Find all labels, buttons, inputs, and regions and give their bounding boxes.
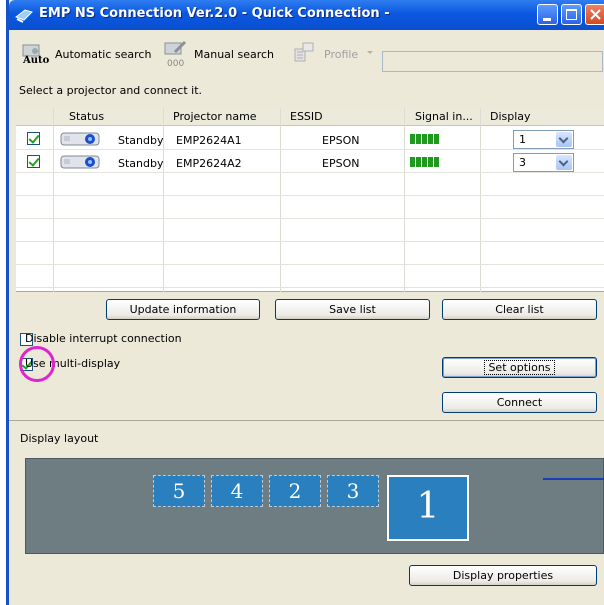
minimize-icon[interactable] bbox=[537, 4, 558, 25]
display-layout-label: Display layout bbox=[20, 432, 99, 445]
projector-name: EMP2624A1 bbox=[176, 134, 242, 147]
display-properties-button[interactable]: Display properties bbox=[409, 565, 597, 586]
display-select[interactable]: 3 bbox=[513, 153, 574, 172]
close-icon[interactable] bbox=[585, 4, 604, 25]
highlight-circle bbox=[19, 346, 55, 382]
chevron-down-icon[interactable] bbox=[367, 51, 373, 54]
manual-search-icon: 000 bbox=[163, 38, 189, 71]
signal-strength-icon bbox=[410, 157, 439, 167]
window-title: EMP NS Connection Ver.2.0 - Quick Connec… bbox=[39, 6, 390, 21]
dropdown-arrow-icon[interactable] bbox=[556, 132, 572, 147]
profile-select[interactable] bbox=[382, 51, 603, 72]
clear-list-button[interactable]: Clear list bbox=[442, 299, 597, 320]
display-slot[interactable]: 2 bbox=[269, 475, 321, 507]
table-header: Status Projector name ESSID Signal in...… bbox=[16, 108, 604, 126]
display-select[interactable]: 1 bbox=[513, 130, 574, 149]
projector-table: Status Projector name ESSID Signal in...… bbox=[16, 108, 604, 292]
column-header-display[interactable]: Display bbox=[490, 110, 531, 123]
column-header-signal[interactable]: Signal in... bbox=[415, 110, 473, 123]
manual-search-label: Manual search bbox=[194, 48, 275, 61]
disable-interrupt-label: Disable interrupt connection bbox=[25, 332, 182, 345]
set-options-button[interactable]: Set options bbox=[442, 357, 597, 378]
divider bbox=[9, 420, 604, 421]
quick-connection-window: EMP NS Connection Ver.2.0 - Quick Connec… bbox=[6, 0, 604, 605]
main-display[interactable]: 1 bbox=[387, 475, 469, 541]
title-bar[interactable]: EMP NS Connection Ver.2.0 - Quick Connec… bbox=[9, 0, 604, 30]
instruction-text: Select a projector and connect it. bbox=[19, 84, 202, 97]
profile-label: Profile bbox=[324, 48, 359, 61]
save-list-button[interactable]: Save list bbox=[275, 299, 430, 320]
projector-name: EMP2624A2 bbox=[176, 157, 242, 170]
essid-text: EPSON bbox=[322, 134, 360, 147]
row-checkbox[interactable] bbox=[27, 132, 40, 145]
connect-button[interactable]: Connect bbox=[442, 392, 597, 413]
toolbar: Auto Automatic search 000 Manual search … bbox=[9, 30, 604, 82]
status-text: Standby bbox=[118, 157, 164, 170]
display-select-value: 3 bbox=[519, 156, 526, 169]
manual-search-button[interactable]: 000 Manual search bbox=[161, 38, 287, 72]
display-slot[interactable]: 3 bbox=[327, 475, 379, 507]
automatic-search-label: Automatic search bbox=[55, 48, 152, 61]
callout-line bbox=[543, 478, 604, 480]
maximize-icon[interactable] bbox=[561, 4, 582, 25]
dropdown-arrow-icon[interactable] bbox=[556, 155, 572, 170]
update-information-button[interactable]: Update information bbox=[106, 299, 260, 320]
row-checkbox[interactable] bbox=[27, 155, 40, 168]
status-text: Standby bbox=[118, 134, 164, 147]
signal-strength-icon bbox=[410, 134, 439, 144]
essid-text: EPSON bbox=[322, 157, 360, 170]
projector-icon bbox=[60, 130, 102, 151]
automatic-search-button[interactable]: Auto Automatic search bbox=[19, 38, 157, 72]
display-slot[interactable]: 5 bbox=[153, 475, 205, 507]
column-header-projector-name[interactable]: Projector name bbox=[173, 110, 257, 123]
display-select-value: 1 bbox=[519, 133, 526, 146]
column-header-status[interactable]: Status bbox=[69, 110, 104, 123]
profile-button[interactable]: Profile bbox=[291, 38, 375, 72]
auto-label: Auto bbox=[23, 55, 50, 66]
projector-icon bbox=[60, 153, 102, 174]
display-layout-area[interactable]: 5 4 2 3 1 bbox=[25, 458, 604, 554]
svg-text:000: 000 bbox=[167, 59, 184, 68]
column-header-essid[interactable]: ESSID bbox=[290, 110, 323, 123]
app-icon bbox=[14, 7, 33, 26]
profile-icon bbox=[293, 39, 319, 68]
display-slot[interactable]: 4 bbox=[211, 475, 263, 507]
